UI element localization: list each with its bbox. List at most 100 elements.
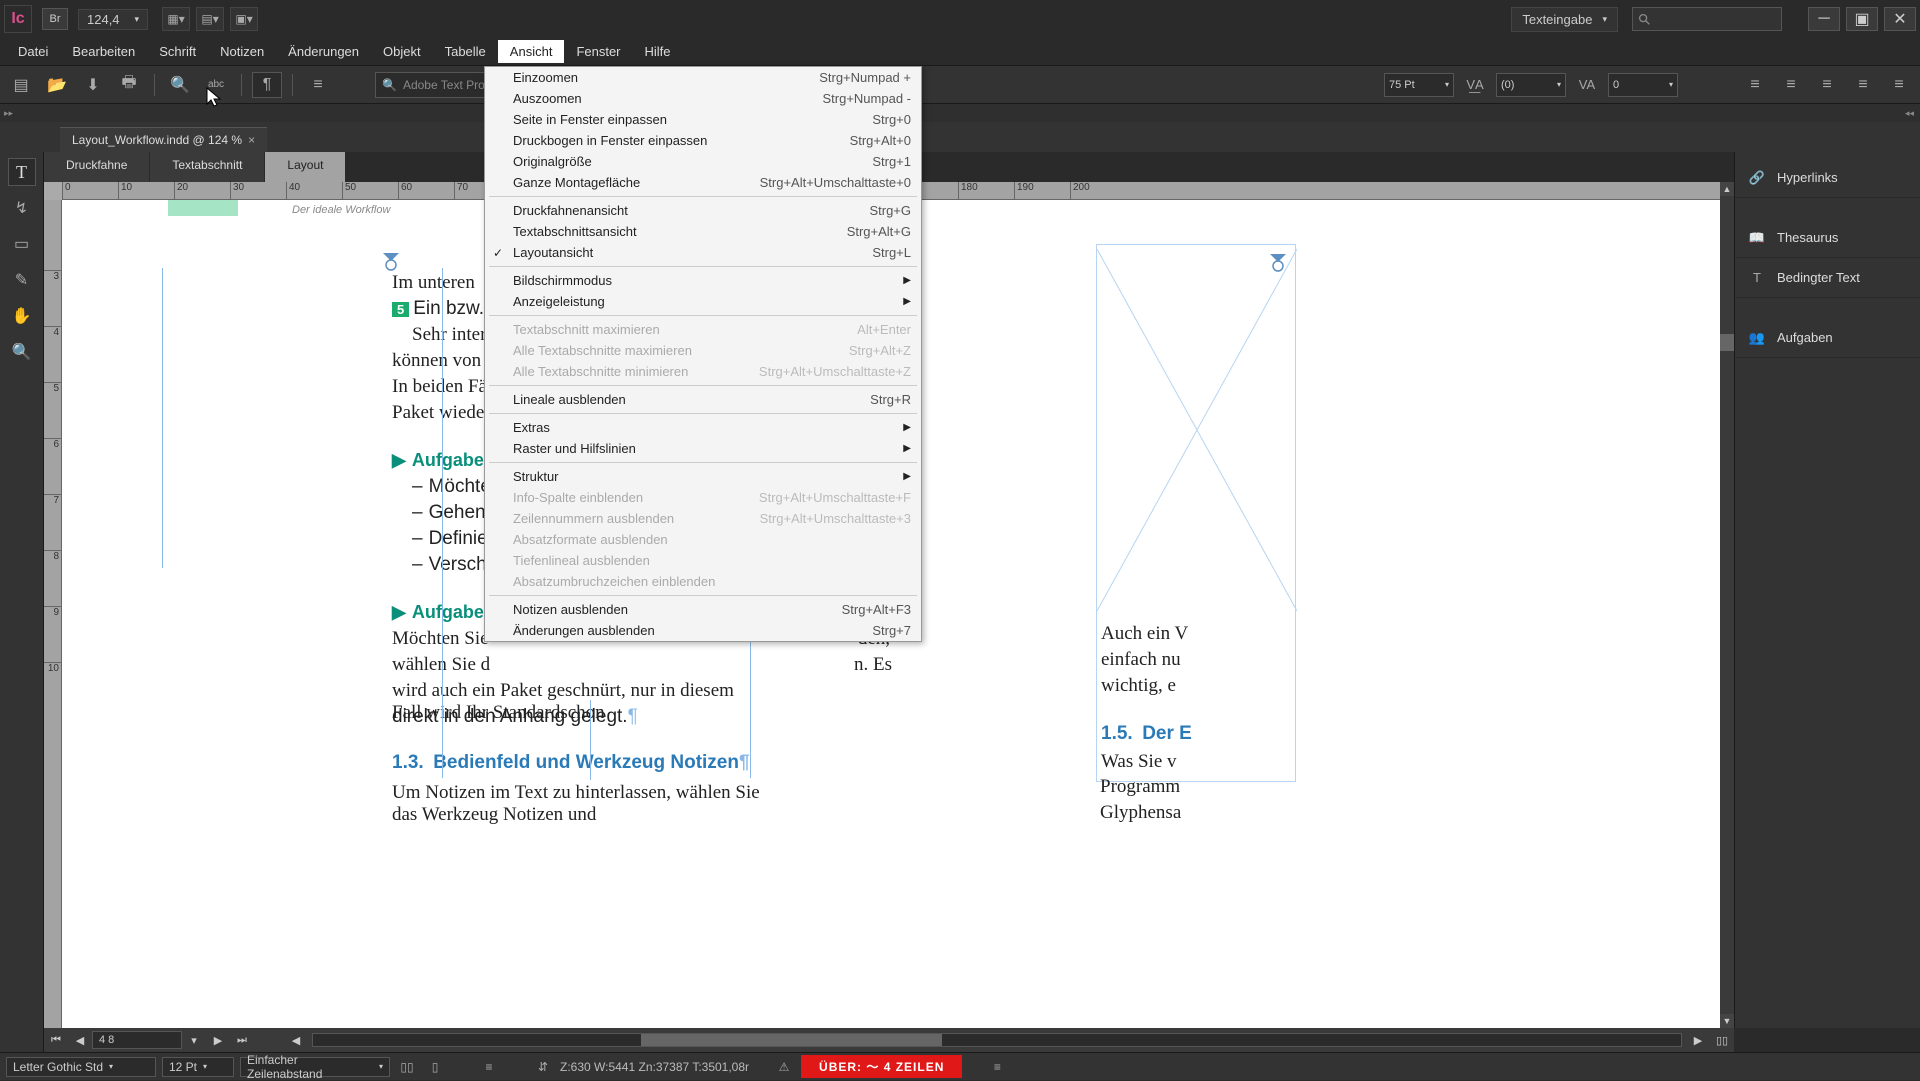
last-page-button[interactable]: ⏭: [230, 1030, 254, 1050]
body-text-line[interactable]: direkt in den Anhang gelegt.¶: [392, 706, 638, 728]
menu-item-raster-und-hilfslinien[interactable]: Raster und Hilfslinien▶: [485, 438, 921, 459]
section-heading[interactable]: 1.5. Der E: [1101, 723, 1192, 745]
page-number-field[interactable]: 4 8: [92, 1031, 182, 1049]
open-icon[interactable]: 📂: [42, 72, 72, 98]
minimize-button[interactable]: ─: [1808, 7, 1840, 31]
pilcrow-icon[interactable]: ¶: [252, 72, 282, 98]
view-tab-textabschnitt[interactable]: Textabschnitt: [150, 152, 265, 182]
next-page-button[interactable]: ▶: [206, 1030, 230, 1050]
zoom-level-combo[interactable]: 124,4: [78, 9, 148, 30]
panel-button-thesaurus[interactable]: 📖Thesaurus: [1735, 218, 1920, 258]
menu-item-auszoomen[interactable]: AuszoomenStrg+Numpad -: [485, 88, 921, 109]
body-text-line[interactable]: Programm: [1100, 776, 1180, 798]
tracking-field[interactable]: 0: [1608, 73, 1678, 97]
screen-mode-button[interactable]: ▣▾: [230, 7, 258, 31]
hand-tool-icon[interactable]: ✋: [8, 302, 36, 330]
menu-schrift[interactable]: Schrift: [147, 40, 208, 63]
scroll-right-button[interactable]: ▶: [1686, 1030, 1710, 1050]
menu-item--nderungen-ausblenden[interactable]: Änderungen ausblendenStrg+7: [485, 620, 921, 641]
menu-hilfe[interactable]: Hilfe: [633, 40, 683, 63]
menu-item-bildschirmmodus[interactable]: Bildschirmmodus▶: [485, 270, 921, 291]
page-dropdown-button[interactable]: ▾: [182, 1030, 206, 1050]
panel-button-hyperlinks[interactable]: 🔗Hyperlinks: [1735, 158, 1920, 198]
section-heading[interactable]: 1.3. Bedienfeld und Werkzeug Notizen¶: [392, 752, 750, 774]
new-doc-icon[interactable]: ▤: [6, 72, 36, 98]
panel-menu-icon[interactable]: ≡: [303, 72, 333, 98]
note-tool-icon[interactable]: ▭: [8, 230, 36, 258]
menu-ansicht[interactable]: Ansicht: [498, 40, 565, 63]
align-justify-icon[interactable]: ≡: [1848, 72, 1878, 98]
status-size-combo[interactable]: 12 Pt: [162, 1057, 234, 1077]
columns-icon[interactable]: ▯▯: [396, 1057, 418, 1077]
kerning-field[interactable]: (0): [1496, 73, 1566, 97]
menu-tabelle[interactable]: Tabelle: [433, 40, 498, 63]
menu-item-notizen-ausblenden[interactable]: Notizen ausblendenStrg+Alt+F3: [485, 599, 921, 620]
menu-item-struktur[interactable]: Struktur▶: [485, 466, 921, 487]
collapse-right-icon[interactable]: ◂◂: [1905, 108, 1914, 119]
font-size-field[interactable]: 75 Pt: [1384, 73, 1454, 97]
align-justify-all-icon[interactable]: ≡: [1884, 72, 1914, 98]
print-icon[interactable]: 🖶: [114, 72, 144, 98]
menu-item-layoutansicht[interactable]: ✓LayoutansichtStrg+L: [485, 242, 921, 263]
view-tab-layout[interactable]: Layout: [265, 152, 346, 182]
scroll-left-button[interactable]: ◀: [284, 1030, 308, 1050]
menu-fenster[interactable]: Fenster: [564, 40, 632, 63]
menu-icon[interactable]: ≡: [986, 1057, 1008, 1077]
body-text-fragment[interactable]: n. Es: [846, 654, 892, 676]
view-options-button[interactable]: ▦▾: [162, 7, 190, 31]
menu-item-lineale-ausblenden[interactable]: Lineale ausblendenStrg+R: [485, 389, 921, 410]
status-leading-combo[interactable]: Einfacher Zeilenabstand: [240, 1057, 390, 1077]
first-page-button[interactable]: ⏮: [44, 1030, 68, 1050]
menu-bearbeiten[interactable]: Bearbeiten: [60, 40, 147, 63]
scrollbar-thumb[interactable]: [1720, 334, 1734, 351]
align-left-icon[interactable]: ≡: [1740, 72, 1770, 98]
maximize-button[interactable]: ▣: [1846, 7, 1878, 31]
close-tab-icon[interactable]: ×: [248, 133, 255, 147]
close-button[interactable]: ✕: [1884, 7, 1916, 31]
scrollbar-thumb[interactable]: [641, 1034, 942, 1046]
scroll-up-icon[interactable]: ▲: [1720, 182, 1734, 196]
body-text-line[interactable]: Möchten Sie: [392, 628, 489, 650]
body-text-line[interactable]: Auch ein V: [1101, 623, 1188, 645]
eyedropper-tool-icon[interactable]: ✎: [8, 266, 36, 294]
overflow-alert[interactable]: ÜBER: ～ 4 ZEILEN: [801, 1055, 962, 1078]
menu-item-druckbogen-in-fenster-einpassen[interactable]: Druckbogen in Fenster einpassenStrg+Alt+…: [485, 130, 921, 151]
body-text-line[interactable]: Glyphensa: [1100, 802, 1181, 824]
panel-button-aufgaben[interactable]: 👥Aufgaben: [1735, 318, 1920, 358]
menu-datei[interactable]: Datei: [6, 40, 60, 63]
arrange-documents-button[interactable]: ▤▾: [196, 7, 224, 31]
menu-item-extras[interactable]: Extras▶: [485, 417, 921, 438]
search-box[interactable]: [1632, 7, 1782, 31]
find-icon[interactable]: 🔍: [165, 72, 195, 98]
menu-item-einzoomen[interactable]: EinzoomenStrg+Numpad +: [485, 67, 921, 88]
panel-button-bedingter-text[interactable]: TBedingter Text: [1735, 258, 1920, 298]
menu-objekt[interactable]: Objekt: [371, 40, 433, 63]
document-tab[interactable]: Layout_Workflow.indd @ 124 % ×: [60, 127, 267, 152]
align-icon[interactable]: ≡: [478, 1057, 500, 1077]
menu-änderungen[interactable]: Änderungen: [276, 40, 371, 63]
align-center-icon[interactable]: ≡: [1776, 72, 1806, 98]
zoom-tool-icon[interactable]: 🔍: [8, 338, 36, 366]
warning-icon[interactable]: ⚠: [773, 1057, 795, 1077]
collapse-left-icon[interactable]: ▸▸: [4, 108, 13, 119]
view-tab-druckfahne[interactable]: Druckfahne: [44, 152, 150, 182]
save-icon[interactable]: ⬇: [78, 72, 108, 98]
menu-item-textabschnittsansicht[interactable]: TextabschnittsansichtStrg+Alt+G: [485, 221, 921, 242]
menu-item-seite-in-fenster-einpassen[interactable]: Seite in Fenster einpassenStrg+0: [485, 109, 921, 130]
body-text-line[interactable]: wichtig, e: [1101, 675, 1176, 697]
menu-notizen[interactable]: Notizen: [208, 40, 276, 63]
menu-item-ganze-montagefl-che[interactable]: Ganze MontageflächeStrg+Alt+Umschalttast…: [485, 172, 921, 193]
menu-item-druckfahnenansicht[interactable]: DruckfahnenansichtStrg+G: [485, 200, 921, 221]
vertical-scrollbar[interactable]: ▲ ▼: [1720, 182, 1734, 1028]
horizontal-scrollbar[interactable]: [312, 1033, 1682, 1047]
menu-item-originalgr-e[interactable]: OriginalgrößeStrg+1: [485, 151, 921, 172]
position-tool-icon[interactable]: ↯: [8, 194, 36, 222]
single-column-icon[interactable]: ▯: [424, 1057, 446, 1077]
body-text-line[interactable]: einfach nu: [1101, 649, 1181, 671]
bridge-button[interactable]: Br: [42, 8, 68, 30]
status-font-combo[interactable]: Letter Gothic Std: [6, 1057, 156, 1077]
body-text-line[interactable]: Um Notizen im Text zu hinterlassen, wähl…: [392, 782, 762, 826]
menu-item-anzeigeleistung[interactable]: Anzeigeleistung▶: [485, 291, 921, 312]
prev-page-button[interactable]: ◀: [68, 1030, 92, 1050]
body-text-line[interactable]: Was Sie v: [1101, 751, 1177, 773]
